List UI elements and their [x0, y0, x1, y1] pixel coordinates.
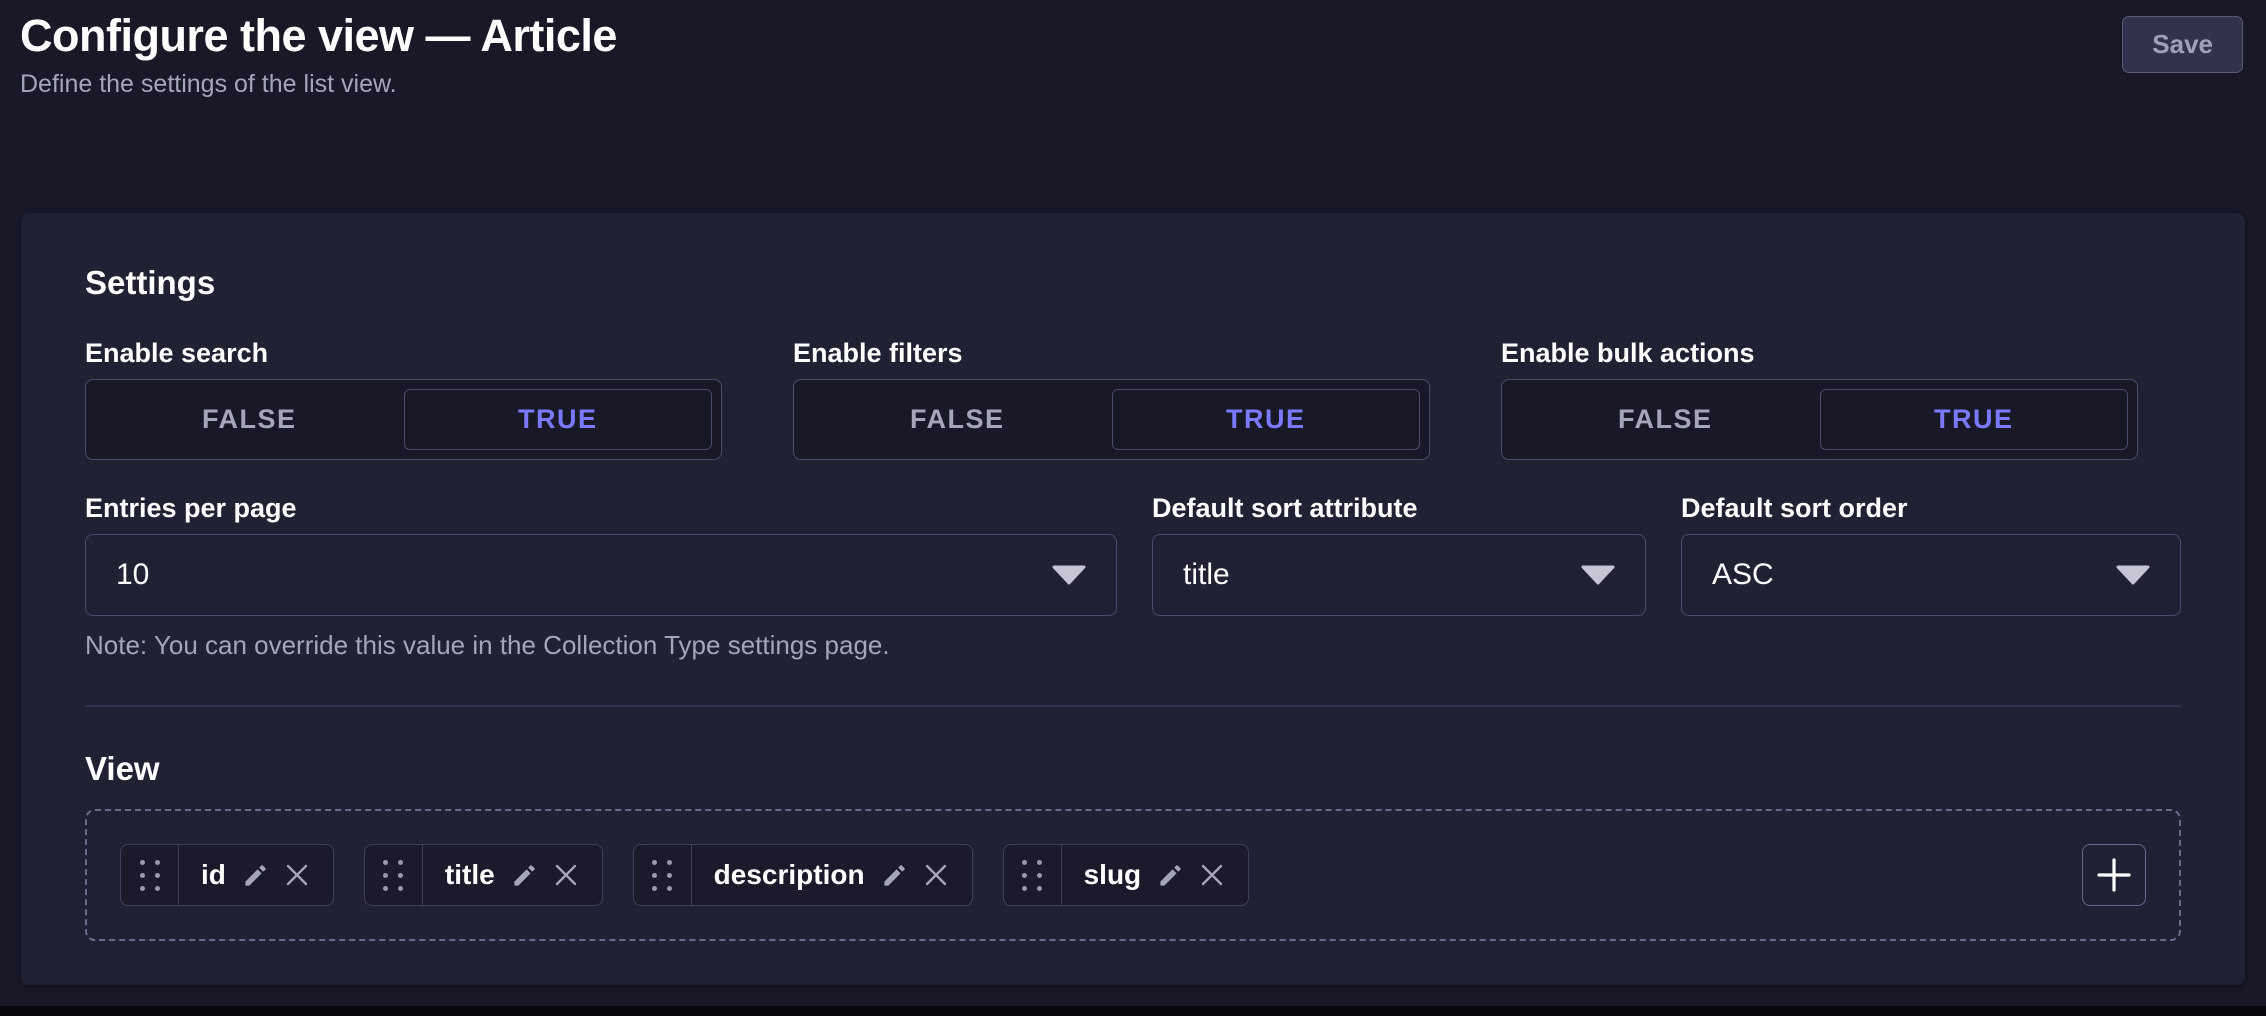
view-heading: View: [85, 749, 2181, 789]
section-divider: [85, 705, 2181, 707]
toggle-row: Enable search FALSE TRUE Enable filters …: [85, 337, 2181, 460]
edit-field-button[interactable]: [1157, 862, 1184, 889]
chip-body: id: [179, 845, 333, 905]
chip-body: title: [423, 845, 602, 905]
toggle-option-false[interactable]: FALSE: [803, 389, 1112, 450]
chevron-down-icon: [2116, 565, 2150, 585]
chip-label: title: [445, 859, 495, 891]
field-chip-slug: slug: [1003, 844, 1250, 906]
drag-handle-icon: [1022, 860, 1042, 891]
pencil-icon: [242, 862, 269, 889]
field-default-sort-order: Default sort order ASC: [1681, 492, 2181, 660]
close-icon: [285, 863, 309, 887]
drag-handle-icon: [140, 860, 160, 891]
remove-field-button[interactable]: [1200, 863, 1224, 887]
toggle-enable-bulk-actions: FALSE TRUE: [1501, 379, 2138, 460]
settings-card: Settings Enable search FALSE TRUE Enable…: [21, 213, 2245, 985]
field-entries-per-page: Entries per page 10 Note: You can overri…: [85, 492, 1117, 660]
close-icon: [1200, 863, 1224, 887]
close-icon: [924, 863, 948, 887]
drag-handle[interactable]: [365, 845, 423, 905]
plus-icon: [2095, 856, 2133, 894]
remove-field-button[interactable]: [924, 863, 948, 887]
field-default-sort-attribute: Default sort attribute title: [1152, 492, 1646, 660]
chip-body: description: [692, 845, 972, 905]
field-chip-title: title: [364, 844, 603, 906]
toggle-enable-filters: FALSE TRUE: [793, 379, 1430, 460]
settings-heading: Settings: [85, 263, 2181, 303]
field-label: Enable search: [85, 337, 722, 369]
field-label: Default sort attribute: [1152, 492, 1646, 524]
default-sort-order-select[interactable]: ASC: [1681, 534, 2181, 616]
select-row: Entries per page 10 Note: You can overri…: [85, 492, 2181, 660]
pencil-icon: [511, 862, 538, 889]
page-header: Configure the view — Article Define the …: [0, 0, 2266, 96]
view-fields-dropzone: id title: [85, 809, 2181, 941]
default-sort-attribute-select[interactable]: title: [1152, 534, 1646, 616]
viewport-bottom-edge: [0, 1006, 2266, 1016]
field-enable-bulk-actions: Enable bulk actions FALSE TRUE: [1501, 337, 2138, 460]
remove-field-button[interactable]: [285, 863, 309, 887]
toggle-option-true[interactable]: TRUE: [1820, 389, 2129, 450]
entries-per-page-select[interactable]: 10: [85, 534, 1117, 616]
select-value: title: [1183, 558, 1230, 592]
chevron-down-icon: [1052, 565, 1086, 585]
drag-handle-icon: [652, 860, 672, 891]
field-chip-description: description: [633, 844, 973, 906]
page-title: Configure the view — Article: [20, 10, 2244, 62]
field-label: Enable filters: [793, 337, 1430, 369]
chip-body: slug: [1062, 845, 1249, 905]
select-value: ASC: [1712, 558, 1774, 592]
drag-handle[interactable]: [121, 845, 179, 905]
field-enable-search: Enable search FALSE TRUE: [85, 337, 722, 460]
add-field-button[interactable]: [2082, 844, 2146, 906]
edit-field-button[interactable]: [511, 862, 538, 889]
toggle-option-true[interactable]: TRUE: [1112, 389, 1421, 450]
toggle-enable-search: FALSE TRUE: [85, 379, 722, 460]
chip-label: slug: [1084, 859, 1142, 891]
drag-handle[interactable]: [634, 845, 692, 905]
field-label: Enable bulk actions: [1501, 337, 2138, 369]
edit-field-button[interactable]: [242, 862, 269, 889]
field-enable-filters: Enable filters FALSE TRUE: [793, 337, 1430, 460]
page-subtitle: Define the settings of the list view.: [20, 69, 2244, 99]
toggle-option-true[interactable]: TRUE: [404, 389, 713, 450]
select-value: 10: [116, 558, 149, 592]
toggle-option-false[interactable]: FALSE: [95, 389, 404, 450]
toggle-option-false[interactable]: FALSE: [1511, 389, 1820, 450]
field-chip-id: id: [120, 844, 334, 906]
chevron-down-icon: [1581, 565, 1615, 585]
pencil-icon: [1157, 862, 1184, 889]
field-label: Entries per page: [85, 492, 1117, 524]
entries-per-page-note: Note: You can override this value in the…: [85, 630, 1117, 660]
drag-handle-icon: [383, 860, 403, 891]
chip-label: id: [201, 859, 226, 891]
pencil-icon: [881, 862, 908, 889]
remove-field-button[interactable]: [554, 863, 578, 887]
field-label: Default sort order: [1681, 492, 2181, 524]
close-icon: [554, 863, 578, 887]
edit-field-button[interactable]: [881, 862, 908, 889]
chip-label: description: [714, 859, 865, 891]
save-button[interactable]: Save: [2122, 16, 2243, 73]
drag-handle[interactable]: [1004, 845, 1062, 905]
